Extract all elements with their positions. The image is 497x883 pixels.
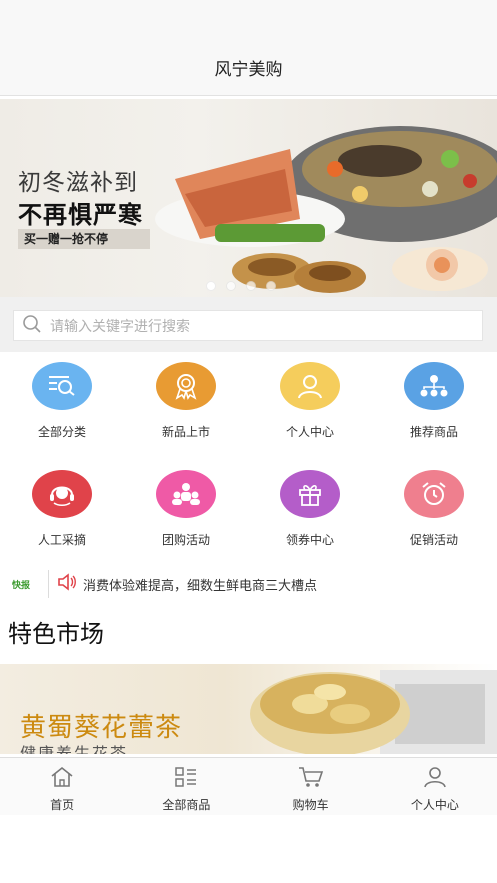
search-area: 请输入关键字进行搜索 xyxy=(0,297,497,352)
gift-icon xyxy=(280,470,340,518)
search-input[interactable]: 请输入关键字进行搜索 xyxy=(13,310,483,341)
news-badge: 快报 xyxy=(12,580,31,591)
category-label: 新品上市 xyxy=(161,425,210,439)
category-group-buy[interactable]: 团购活动 xyxy=(124,470,248,570)
category-label: 推荐商品 xyxy=(409,425,458,439)
category-label: 促销活动 xyxy=(409,533,458,547)
headset-icon xyxy=(32,470,92,518)
banner-dot[interactable] xyxy=(206,281,216,291)
category-label: 人工采摘 xyxy=(37,533,86,547)
tab-label: 购物车 xyxy=(292,798,329,812)
tab-label: 全部商品 xyxy=(162,798,211,812)
category-all[interactable]: 全部分类 xyxy=(0,362,124,462)
category-recommended[interactable]: 推荐商品 xyxy=(372,362,496,462)
category-promotions[interactable]: 促销活动 xyxy=(372,470,496,570)
banner-headline-2: 不再惧严寒 xyxy=(18,201,143,229)
category-label: 全部分类 xyxy=(37,425,86,439)
feature-banner[interactable]: 黄蜀葵花蕾茶 健康养生花茶 xyxy=(0,664,497,754)
tab-label: 首页 xyxy=(50,798,75,812)
status-bar xyxy=(0,0,497,40)
banner-headline-1: 初冬滋补到 xyxy=(18,170,138,196)
category-label: 领券中心 xyxy=(285,533,334,547)
feature-subtitle: 健康养生花茶 xyxy=(20,744,129,754)
search-icon xyxy=(22,314,42,338)
group-icon xyxy=(156,470,216,518)
banner-dot[interactable] xyxy=(226,281,236,291)
search-placeholder: 请输入关键字进行搜索 xyxy=(50,318,190,335)
category-label: 团购活动 xyxy=(161,533,210,547)
network-icon xyxy=(404,362,464,410)
alarm-clock-icon xyxy=(404,470,464,518)
category-coupons[interactable]: 领券中心 xyxy=(248,470,372,570)
speaker-icon xyxy=(57,573,77,595)
page-title: 风宁美购 xyxy=(214,60,283,80)
feature-title: 黄蜀葵花蕾茶 xyxy=(20,713,183,743)
user-icon xyxy=(280,362,340,410)
category-new[interactable]: 新品上市 xyxy=(124,362,248,462)
home-icon xyxy=(50,766,74,792)
tab-cart[interactable]: 购物车 xyxy=(249,758,373,815)
banner-dot[interactable] xyxy=(246,281,256,291)
category-handpicked[interactable]: 人工采摘 xyxy=(0,470,124,570)
grid-list-icon xyxy=(174,767,198,792)
divider xyxy=(48,570,49,598)
tab-all-products[interactable]: 全部商品 xyxy=(124,758,248,815)
banner-tag: 买一赠一抢不停 xyxy=(18,229,150,249)
user-icon xyxy=(423,767,447,792)
cart-icon xyxy=(298,767,324,792)
promo-banner[interactable]: 初冬滋补到 不再惧严寒 买一赠一抢不停 xyxy=(0,99,497,297)
news-text[interactable]: 消费体验难提高，细数生鲜电商三大槽点 xyxy=(83,575,317,594)
section-title: 特色市场 xyxy=(8,620,104,648)
tab-home[interactable]: 首页 xyxy=(0,758,124,815)
tab-profile[interactable]: 个人中心 xyxy=(373,758,497,815)
banner-dot[interactable] xyxy=(266,281,276,291)
tab-label: 个人中心 xyxy=(410,798,459,812)
category-label: 个人中心 xyxy=(285,425,334,439)
tab-bar: 首页 全部商品 购物车 个人中心 xyxy=(0,757,497,815)
nav-bar: 风宁美购 xyxy=(0,40,497,96)
list-search-icon xyxy=(32,362,92,410)
category-profile[interactable]: 个人中心 xyxy=(248,362,372,462)
news-ticker[interactable]: 快报 消费体验难提高，细数生鲜电商三大槽点 xyxy=(0,562,497,606)
award-icon xyxy=(156,362,216,410)
